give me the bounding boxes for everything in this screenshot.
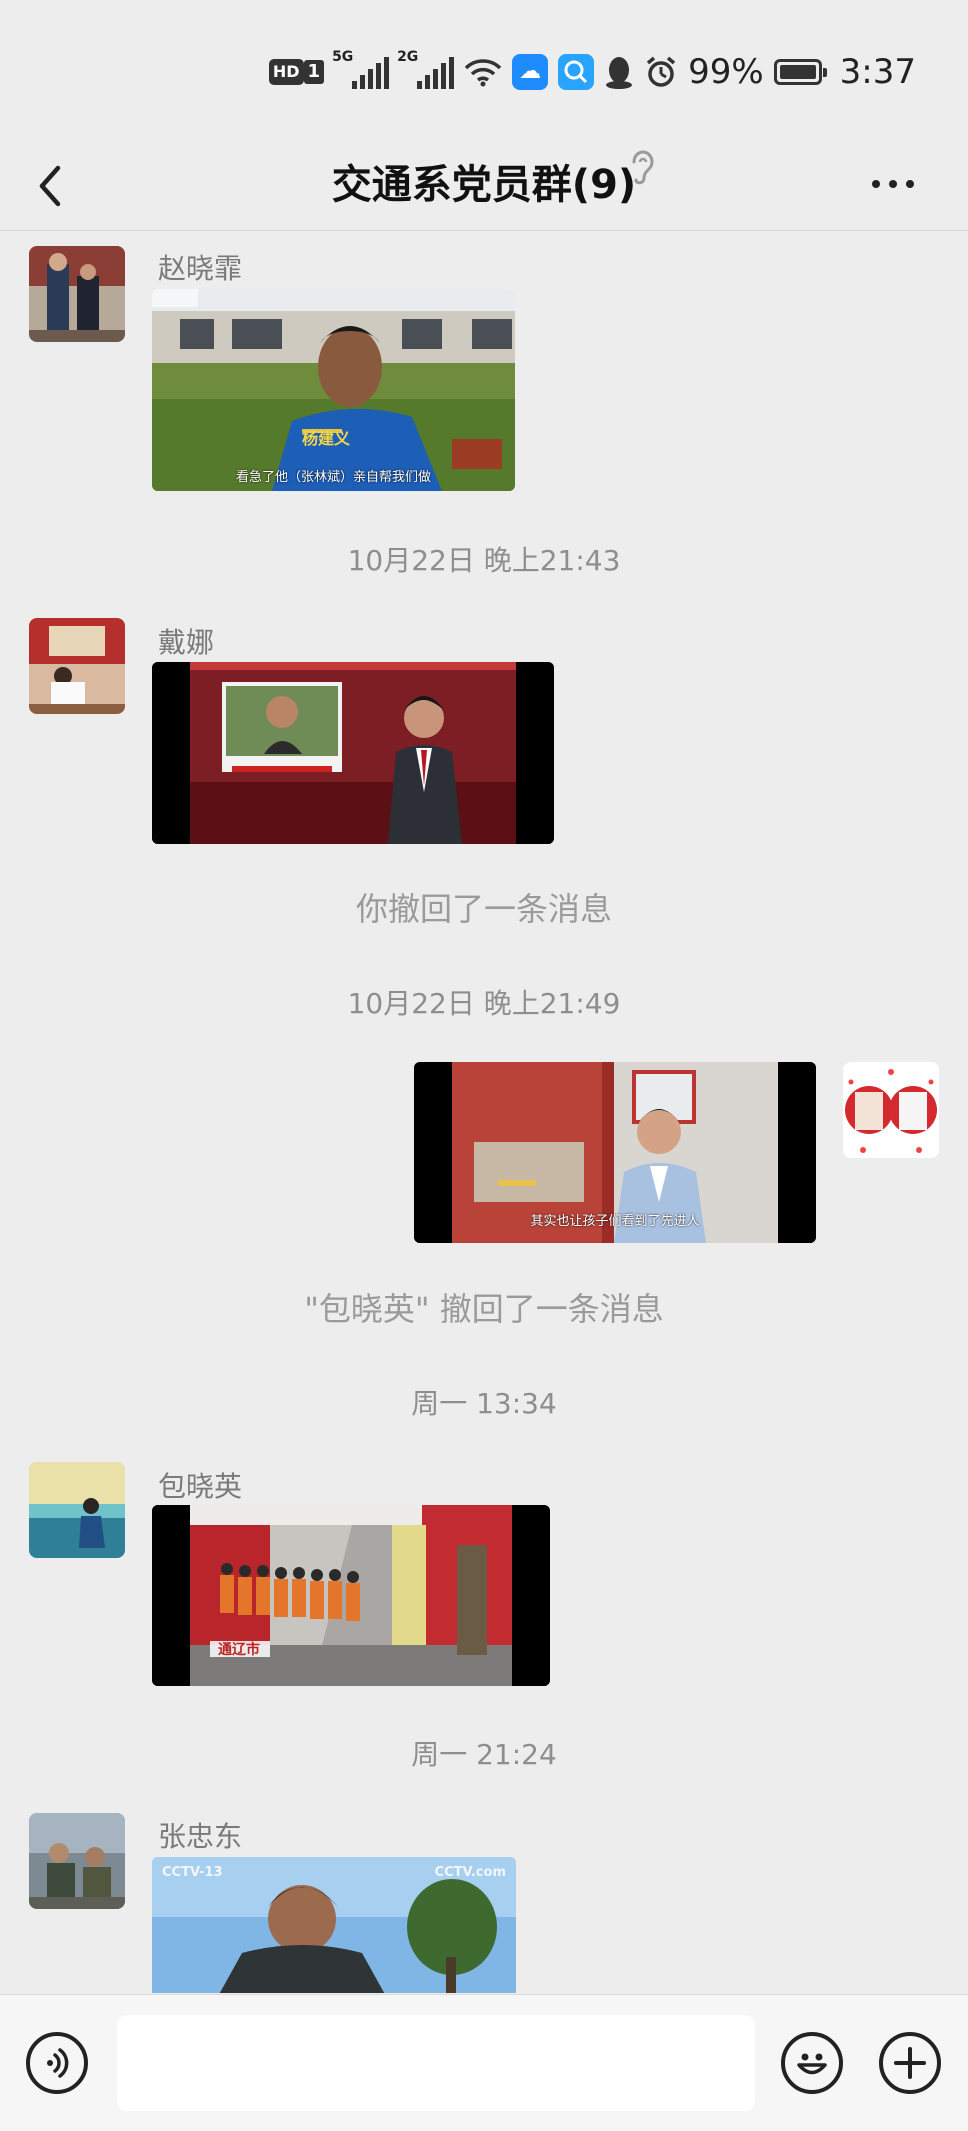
hd-icon: HD 1 bbox=[268, 59, 325, 85]
sender-name: 戴娜 bbox=[158, 626, 215, 659]
timestamp: 10月22日 晚上21:49 bbox=[347, 987, 621, 1020]
search-app-icon bbox=[558, 54, 595, 90]
status-bar: HD 1 5G 2G ☁ 99% 3:37 bbox=[0, 0, 968, 140]
timestamp: 周一 21:24 bbox=[411, 1738, 557, 1771]
input-bar bbox=[0, 1994, 968, 2131]
video-name-tag: 杨建义 bbox=[302, 429, 351, 448]
channel-logo: CCTV-13 bbox=[162, 1865, 223, 1880]
video-caption: 其实也让孩子们看到了先进人 bbox=[530, 1214, 700, 1229]
signal-5g-icon: 5G bbox=[332, 49, 390, 89]
net1-label: 5G bbox=[332, 49, 354, 65]
avatar[interactable] bbox=[29, 1813, 125, 1909]
battery-icon bbox=[773, 59, 827, 85]
battery-percent: 99% bbox=[688, 52, 764, 92]
title-container: 交通系党员群(9) bbox=[0, 150, 968, 220]
hd-label: HD bbox=[268, 59, 304, 85]
channel-watermark: CCTV.com bbox=[434, 1865, 506, 1880]
emoji-icon[interactable] bbox=[781, 2032, 843, 2094]
plus-icon[interactable] bbox=[879, 2032, 941, 2094]
system-notice: 你撤回了一条消息 bbox=[355, 890, 612, 928]
video-thumbnail[interactable]: CCTV-13 CCTV.com bbox=[152, 1857, 516, 1993]
alarm-icon bbox=[646, 56, 676, 87]
qq-icon bbox=[606, 57, 633, 89]
weather-app-icon: ☁ bbox=[512, 54, 549, 90]
timestamp: 周一 13:34 bbox=[411, 1387, 557, 1420]
video-caption: 看急了他（张林斌）亲自帮我们做 bbox=[235, 470, 431, 485]
ear-mode-icon bbox=[632, 150, 654, 185]
chat-title[interactable]: 交通系党员群(9) bbox=[332, 162, 636, 208]
avatar[interactable] bbox=[29, 246, 125, 342]
sender-name: 包晓英 bbox=[158, 1470, 243, 1503]
sim-label: 1 bbox=[303, 60, 325, 84]
more-dots-icon[interactable] bbox=[858, 154, 928, 214]
video-thumbnail[interactable]: 通辽市 bbox=[152, 1505, 550, 1686]
video-thumbnail[interactable]: 其实也让孩子们看到了先进人 bbox=[414, 1062, 816, 1243]
net2-label: 2G bbox=[397, 49, 419, 65]
my-avatar[interactable] bbox=[843, 1062, 939, 1158]
video-thumbnail[interactable]: 杨建义 看急了他（张林斌）亲自帮我们做 bbox=[152, 289, 515, 491]
status-icons: HD 1 5G 2G ☁ 99% 3:37 bbox=[268, 48, 916, 96]
sender-name: 张忠东 bbox=[158, 1820, 243, 1853]
message-list[interactable]: 赵晓霏 杨建义 看急了他（张林斌）亲自帮我们做 10月22日 晚上21:43 戴… bbox=[0, 231, 968, 1993]
system-notice: "包晓英" 撤回了一条消息 bbox=[304, 1290, 664, 1328]
signal-2g-icon: 2G bbox=[397, 49, 455, 89]
voice-input-icon[interactable] bbox=[26, 2032, 88, 2094]
wifi-icon bbox=[464, 59, 502, 87]
avatar[interactable] bbox=[29, 618, 125, 714]
video-location-tag: 通辽市 bbox=[218, 1642, 260, 1658]
video-thumbnail[interactable] bbox=[152, 662, 554, 844]
chat-header: 交通系党员群(9) bbox=[0, 140, 968, 231]
sender-name: 赵晓霏 bbox=[158, 252, 243, 285]
message-input[interactable] bbox=[117, 2015, 755, 2111]
clock-time: 3:37 bbox=[839, 52, 916, 92]
avatar[interactable] bbox=[29, 1462, 125, 1558]
timestamp: 10月22日 晚上21:43 bbox=[347, 544, 621, 577]
